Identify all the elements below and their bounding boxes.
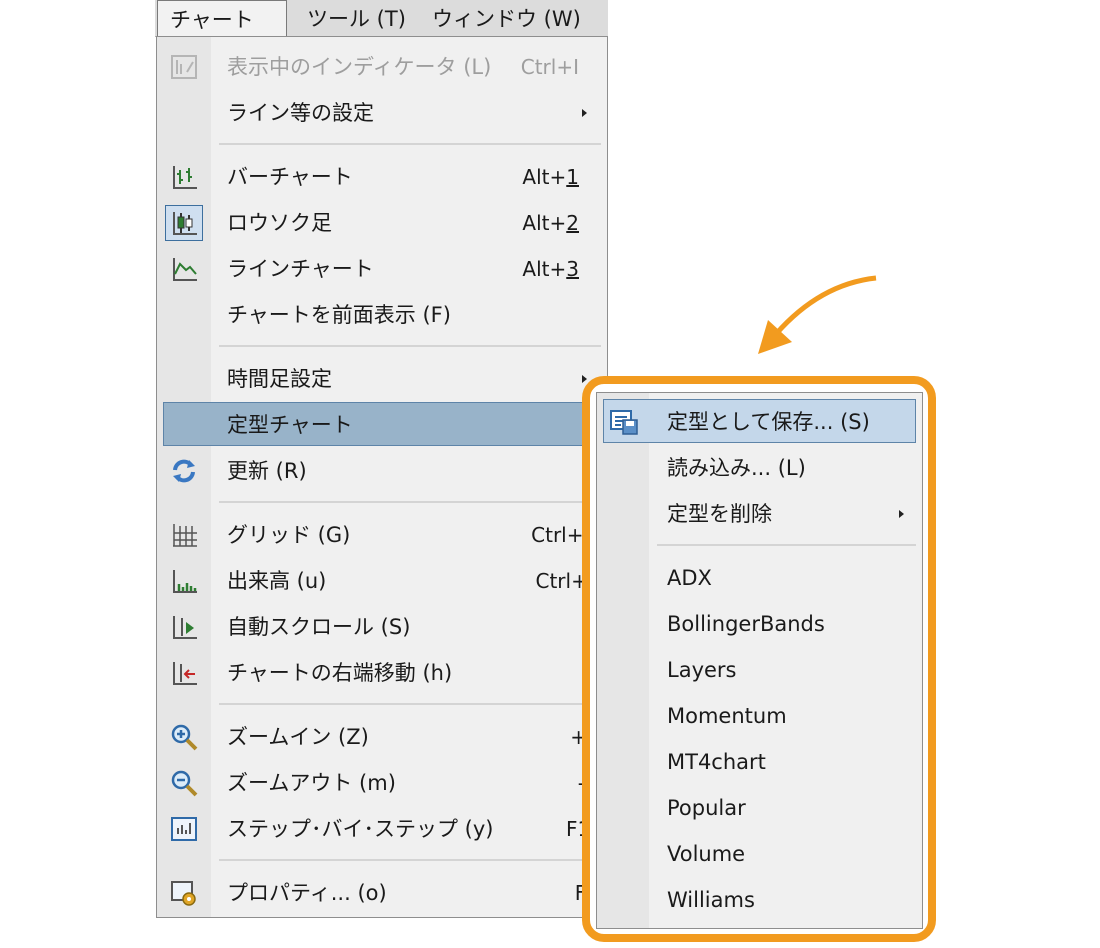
menu-item-label: ズームイン (Z) bbox=[227, 725, 369, 749]
menu-item-label: ステップ･バイ･ステップ (y) bbox=[227, 817, 494, 841]
submenu-item-delete-template[interactable]: 定型を削除 bbox=[597, 491, 922, 537]
menu-separator bbox=[219, 703, 601, 705]
template-item-label: Williams bbox=[667, 888, 755, 912]
menu-item-label: 出来高 (u) bbox=[227, 569, 327, 593]
menubar: チャート (C) ツール (T) ウィンドウ (W) bbox=[155, 0, 608, 70]
menu-item-indicators: 表示中のインディケータ (L) Ctrl+I bbox=[157, 44, 607, 90]
menu-item-grid[interactable]: グリッド (G) Ctrl+G bbox=[157, 512, 607, 558]
template-item[interactable]: Momentum bbox=[597, 693, 922, 739]
volume-icon bbox=[169, 566, 199, 596]
callout-arrow-icon bbox=[758, 275, 877, 354]
zoom-out-icon bbox=[169, 768, 199, 798]
template-item[interactable]: Popular bbox=[597, 785, 922, 831]
menu-item-label: プロパティ... (o) bbox=[227, 881, 387, 905]
menu-item-label: グリッド (G) bbox=[227, 523, 351, 547]
submenu-item-label: 読み込み... (L) bbox=[667, 456, 806, 480]
menu-item-chart-shift[interactable]: チャートの右端移動 (h) bbox=[157, 650, 607, 696]
shortcut-key: 1 bbox=[566, 165, 579, 189]
submenu-arrow-icon bbox=[582, 109, 587, 117]
template-item-label: Popular bbox=[667, 796, 746, 820]
step-by-step-icon bbox=[169, 814, 199, 844]
menu-item-label: バーチャート bbox=[227, 165, 353, 189]
menu-item-label: ライン等の設定 bbox=[227, 101, 374, 125]
menu-item-label: ラインチャート bbox=[227, 257, 374, 281]
menu-item-line-chart[interactable]: ラインチャート Alt+3 bbox=[157, 246, 607, 292]
menu-item-volume[interactable]: 出来高 (u) Ctrl+L bbox=[157, 558, 607, 604]
template-item[interactable]: MT4chart bbox=[597, 739, 922, 785]
menu-shortcut: Alt+1 bbox=[522, 154, 579, 200]
template-item[interactable]: ADX bbox=[597, 555, 922, 601]
menu-item-zoom-in[interactable]: ズームイン (Z) + bbox=[157, 714, 607, 760]
menu-chart[interactable]: チャート (C) bbox=[157, 0, 287, 70]
submenu-arrow-icon bbox=[582, 375, 587, 383]
refresh-icon bbox=[169, 456, 199, 486]
zoom-in-icon bbox=[169, 722, 199, 752]
menu-separator bbox=[657, 544, 916, 546]
shortcut-prefix: Alt+ bbox=[522, 257, 567, 281]
indicators-icon bbox=[169, 52, 199, 82]
menu-item-label: チャートの右端移動 (h) bbox=[227, 661, 453, 685]
menu-separator bbox=[219, 501, 601, 503]
autoscroll-icon bbox=[169, 612, 199, 642]
menu-item-label: 自動スクロール (S) bbox=[227, 615, 411, 639]
menu-separator bbox=[219, 143, 601, 145]
template-item-label: MT4chart bbox=[667, 750, 766, 774]
submenu-item-label: 定型を削除 bbox=[667, 502, 772, 526]
menu-item-label: 時間足設定 bbox=[227, 367, 332, 391]
properties-icon bbox=[169, 878, 199, 908]
template-item[interactable]: Layers bbox=[597, 647, 922, 693]
submenu-arrow-icon bbox=[899, 510, 904, 518]
menu-window[interactable]: ウィンドウ (W) bbox=[420, 0, 593, 36]
menu-item-label: チャートを前面表示 (F) bbox=[227, 303, 451, 327]
menu-separator bbox=[219, 345, 601, 347]
line-chart-icon bbox=[169, 254, 199, 284]
template-item[interactable]: BollingerBands bbox=[597, 601, 922, 647]
submenu-item-label: 定型として保存... (S) bbox=[667, 410, 870, 434]
template-item-label: Volume bbox=[667, 842, 746, 866]
shortcut-key: 2 bbox=[566, 211, 579, 235]
template-item[interactable]: Volume bbox=[597, 831, 922, 877]
menu-item-foreground[interactable]: チャートを前面表示 (F) bbox=[157, 292, 607, 338]
menu-shortcut: Alt+2 bbox=[522, 200, 579, 246]
bar-chart-icon bbox=[169, 162, 199, 192]
shortcut-key: 3 bbox=[566, 257, 579, 281]
menu-item-label: 更新 (R) bbox=[227, 459, 307, 483]
submenu-item-load-template[interactable]: 読み込み... (L) bbox=[597, 445, 922, 491]
menu-item-candlestick[interactable]: ロウソク足 Alt+2 bbox=[157, 200, 607, 246]
template-item[interactable]: Williams bbox=[597, 877, 922, 923]
template-item-label: Layers bbox=[667, 658, 737, 682]
menu-item-bar-chart[interactable]: バーチャート Alt+1 bbox=[157, 154, 607, 200]
template-submenu: 定型として保存... (S) 読み込み... (L) 定型を削除 ADX Bol… bbox=[596, 392, 923, 929]
submenu-item-save-template[interactable]: 定型として保存... (S) bbox=[597, 399, 922, 445]
menu-item-step-by-step[interactable]: ステップ･バイ･ステップ (y) F12 bbox=[157, 806, 607, 852]
menu-item-timeframe[interactable]: 時間足設定 bbox=[157, 356, 607, 402]
template-item-label: ADX bbox=[667, 566, 712, 590]
shortcut-prefix: Alt+ bbox=[522, 211, 567, 235]
menu-item-label: ロウソク足 bbox=[227, 211, 332, 235]
template-item-label: Momentum bbox=[667, 704, 787, 728]
menu-item-template[interactable]: 定型チャート bbox=[157, 402, 607, 448]
menu-item-zoom-out[interactable]: ズームアウト (m) - bbox=[157, 760, 607, 806]
menu-tools[interactable]: ツール (T) bbox=[295, 0, 418, 36]
menu-item-refresh[interactable]: 更新 (R) bbox=[157, 448, 607, 494]
chart-shift-icon bbox=[169, 658, 199, 688]
menu-item-label: 表示中のインディケータ (L) bbox=[227, 55, 492, 79]
template-item-label: BollingerBands bbox=[667, 612, 825, 636]
menu-separator bbox=[219, 859, 601, 861]
menu-item-label: ズームアウト (m) bbox=[227, 771, 396, 795]
menu-item-autoscroll[interactable]: 自動スクロール (S) bbox=[157, 604, 607, 650]
shortcut-prefix: Alt+ bbox=[522, 165, 567, 189]
save-template-icon bbox=[609, 407, 639, 437]
menu-item-line-settings[interactable]: ライン等の設定 bbox=[157, 90, 607, 136]
candlestick-icon bbox=[169, 208, 199, 238]
menu-shortcut: Alt+3 bbox=[522, 246, 579, 292]
grid-icon bbox=[169, 520, 199, 550]
menu-item-label: 定型チャート bbox=[227, 413, 353, 437]
menu-shortcut: Ctrl+I bbox=[520, 55, 579, 79]
chart-menu: 表示中のインディケータ (L) Ctrl+I ライン等の設定 バーチャート Al… bbox=[156, 36, 608, 918]
menu-item-properties[interactable]: プロパティ... (o) F8 bbox=[157, 870, 607, 916]
